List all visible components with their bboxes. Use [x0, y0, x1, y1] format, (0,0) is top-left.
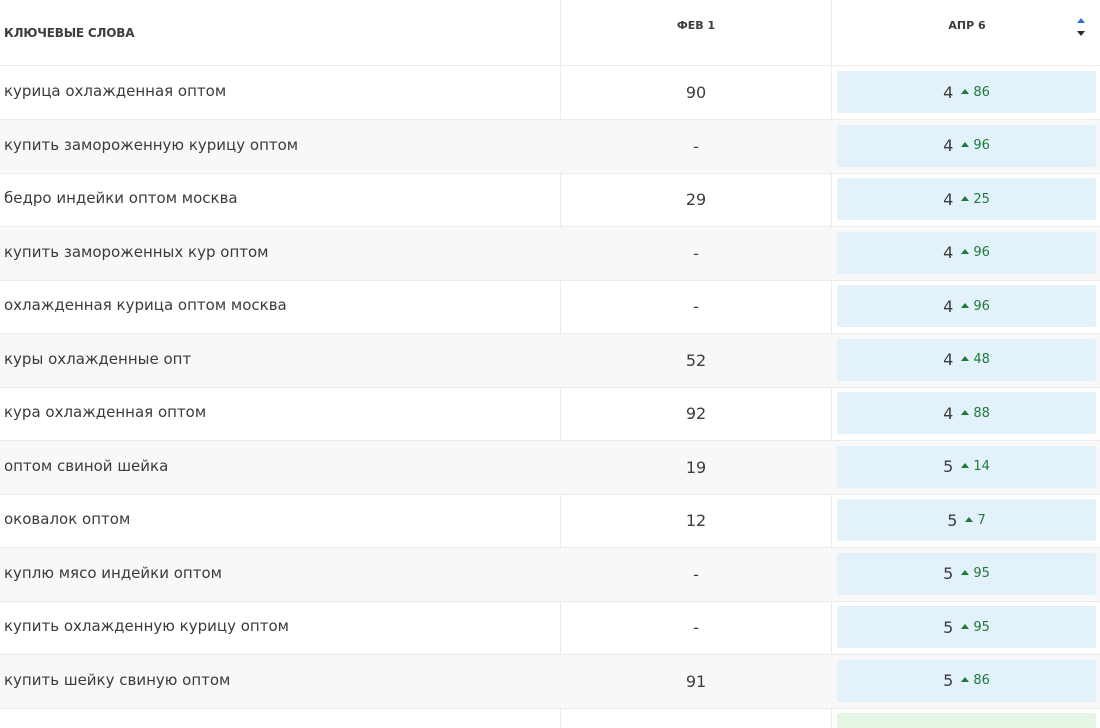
- keyword-text[interactable]: купить замороженную курицу оптом: [4, 136, 298, 154]
- feb1-column-header[interactable]: ФЕВ 1: [561, 0, 831, 58]
- keyword-text[interactable]: купить замороженных кур оптом: [4, 243, 269, 261]
- feb1-position: 52: [685, 350, 707, 370]
- apr6-cell: 4 88: [837, 392, 1096, 434]
- feb1-position: -: [693, 297, 699, 316]
- position-change: 25: [973, 191, 990, 207]
- feb1-position: -: [693, 564, 699, 584]
- table-row[interactable]: купить замороженных кур оптом - 4 96: [0, 226, 1100, 281]
- feb1-position: -: [693, 243, 699, 263]
- position-change: 96: [973, 138, 990, 153]
- table-row[interactable]: купить замороженную курицу оптом - 4 96: [0, 119, 1100, 174]
- keyword-text[interactable]: курица охлажденная оптом: [4, 82, 226, 100]
- table-row[interactable]: оковалок оптом 12 5 7: [0, 494, 1100, 548]
- position-change: 48: [973, 352, 990, 367]
- apr6-cell: 57: [837, 499, 1096, 541]
- trend-up-icon: [961, 195, 970, 201]
- apr6-position: 4: [943, 82, 954, 102]
- apr6-position: 4: [943, 189, 954, 209]
- apr6-cell: 5 86: [837, 659, 1096, 702]
- apr6-cell: 4 96: [837, 124, 1096, 167]
- apr6-position: 5: [943, 671, 954, 690]
- trend-up-icon: [961, 356, 970, 361]
- trend-up-icon: [961, 463, 970, 468]
- feb1-position: 29: [685, 190, 707, 209]
- trend-up-icon: [965, 516, 974, 522]
- keyword-text[interactable]: охлажденная курица оптом москва: [4, 296, 287, 314]
- trend-up-icon: [961, 88, 970, 94]
- feb1-position: 91: [685, 671, 707, 691]
- position-change: 86: [973, 673, 990, 688]
- table-row[interactable]: бедро индейки оптом москва 29 4 25: [0, 173, 1100, 227]
- feb1-position: 92: [685, 404, 707, 423]
- table-row[interactable]: кура охлажденная оптом 92 4 88: [0, 387, 1100, 441]
- apr6-cell: 5 14: [837, 445, 1096, 488]
- feb1-position: -: [693, 136, 699, 156]
- rankings-table: КЛЮЧЕВЫЕ СЛОВА ФЕВ 1 АПР 6 курица охлажд…: [0, 0, 1100, 728]
- apr6-position: 4: [943, 136, 954, 155]
- apr6-position: 5: [947, 510, 958, 530]
- table-row[interactable]: куплю мясо индейки оптом - 5 95: [0, 547, 1100, 602]
- table-row[interactable]: купить шейку свиную оптом 91 5 86: [0, 654, 1100, 709]
- apr6-column-header[interactable]: АПР 6: [832, 0, 1100, 58]
- apr6-cell: 5 95: [837, 606, 1096, 648]
- keywords-column-header[interactable]: КЛЮЧЕВЫЕ СЛОВА: [4, 0, 554, 65]
- keyword-text[interactable]: бедро индейки оптом москва: [4, 189, 238, 207]
- keyword-text[interactable]: куры охлажденные опт: [4, 350, 191, 368]
- apr6-cell: 4 25: [837, 178, 1096, 220]
- table-header: КЛЮЧЕВЫЕ СЛОВА ФЕВ 1 АПР 6: [0, 0, 1100, 66]
- trend-up-icon: [961, 142, 970, 147]
- apr6-cell: 5 95: [837, 552, 1096, 595]
- keyword-text[interactable]: куплю мясо индейки оптом: [4, 564, 222, 582]
- position-change: 96: [973, 298, 990, 314]
- trend-up-icon: [961, 623, 970, 629]
- feb1-position: -: [693, 618, 699, 637]
- apr6-cell: 4 48: [837, 338, 1096, 381]
- apr6-cell: [837, 713, 1096, 728]
- apr6-position: 5: [943, 617, 954, 637]
- table-row[interactable]: охлажденная курица оптом москва - 4 96: [0, 280, 1100, 334]
- table-row[interactable]: куры охлажденные опт 52 4 48: [0, 333, 1100, 388]
- position-change: 88: [973, 405, 990, 421]
- keyword-text[interactable]: купить шейку свиную оптом: [4, 671, 230, 689]
- keyword-text[interactable]: купить охлажденную курицу оптом: [4, 617, 289, 635]
- keyword-text[interactable]: оковалок оптом: [4, 510, 130, 528]
- trend-up-icon: [961, 409, 970, 415]
- table-row[interactable]: оптом свиной шейка 19 5 14: [0, 440, 1100, 495]
- trend-up-icon: [961, 677, 970, 682]
- position-change: 96: [973, 245, 990, 260]
- position-change: 95: [973, 619, 990, 635]
- apr6-cell: 4 96: [837, 231, 1096, 274]
- position-change: 14: [973, 459, 990, 474]
- apr6-cell: 4 96: [837, 285, 1096, 327]
- feb1-position: 19: [685, 457, 707, 477]
- apr6-position: 5: [943, 564, 954, 583]
- table-row[interactable]: купить охлажденную курицу оптом - 5 95: [0, 601, 1100, 655]
- keyword-text[interactable]: кура охлажденная оптом: [4, 403, 206, 421]
- position-change: 7: [977, 512, 986, 528]
- trend-up-icon: [961, 570, 970, 575]
- feb1-position: 90: [685, 83, 707, 102]
- table-row[interactable]: [0, 708, 1100, 728]
- trend-up-icon: [961, 302, 970, 308]
- sort-icon[interactable]: [1075, 16, 1087, 38]
- feb1-position: 12: [685, 511, 707, 530]
- apr6-position: 5: [943, 457, 954, 476]
- apr6-position: 4: [943, 296, 954, 316]
- position-change: 86: [973, 84, 990, 100]
- apr6-position: 4: [943, 350, 954, 369]
- table-row[interactable]: курица охлажденная оптом 90 4 86: [0, 66, 1100, 120]
- apr6-cell: 4 86: [837, 71, 1096, 113]
- apr6-position: 4: [943, 243, 954, 262]
- apr6-position: 4: [943, 403, 954, 423]
- keyword-text[interactable]: оптом свиной шейка: [4, 457, 168, 475]
- position-change: 95: [973, 566, 990, 581]
- trend-up-icon: [961, 249, 970, 254]
